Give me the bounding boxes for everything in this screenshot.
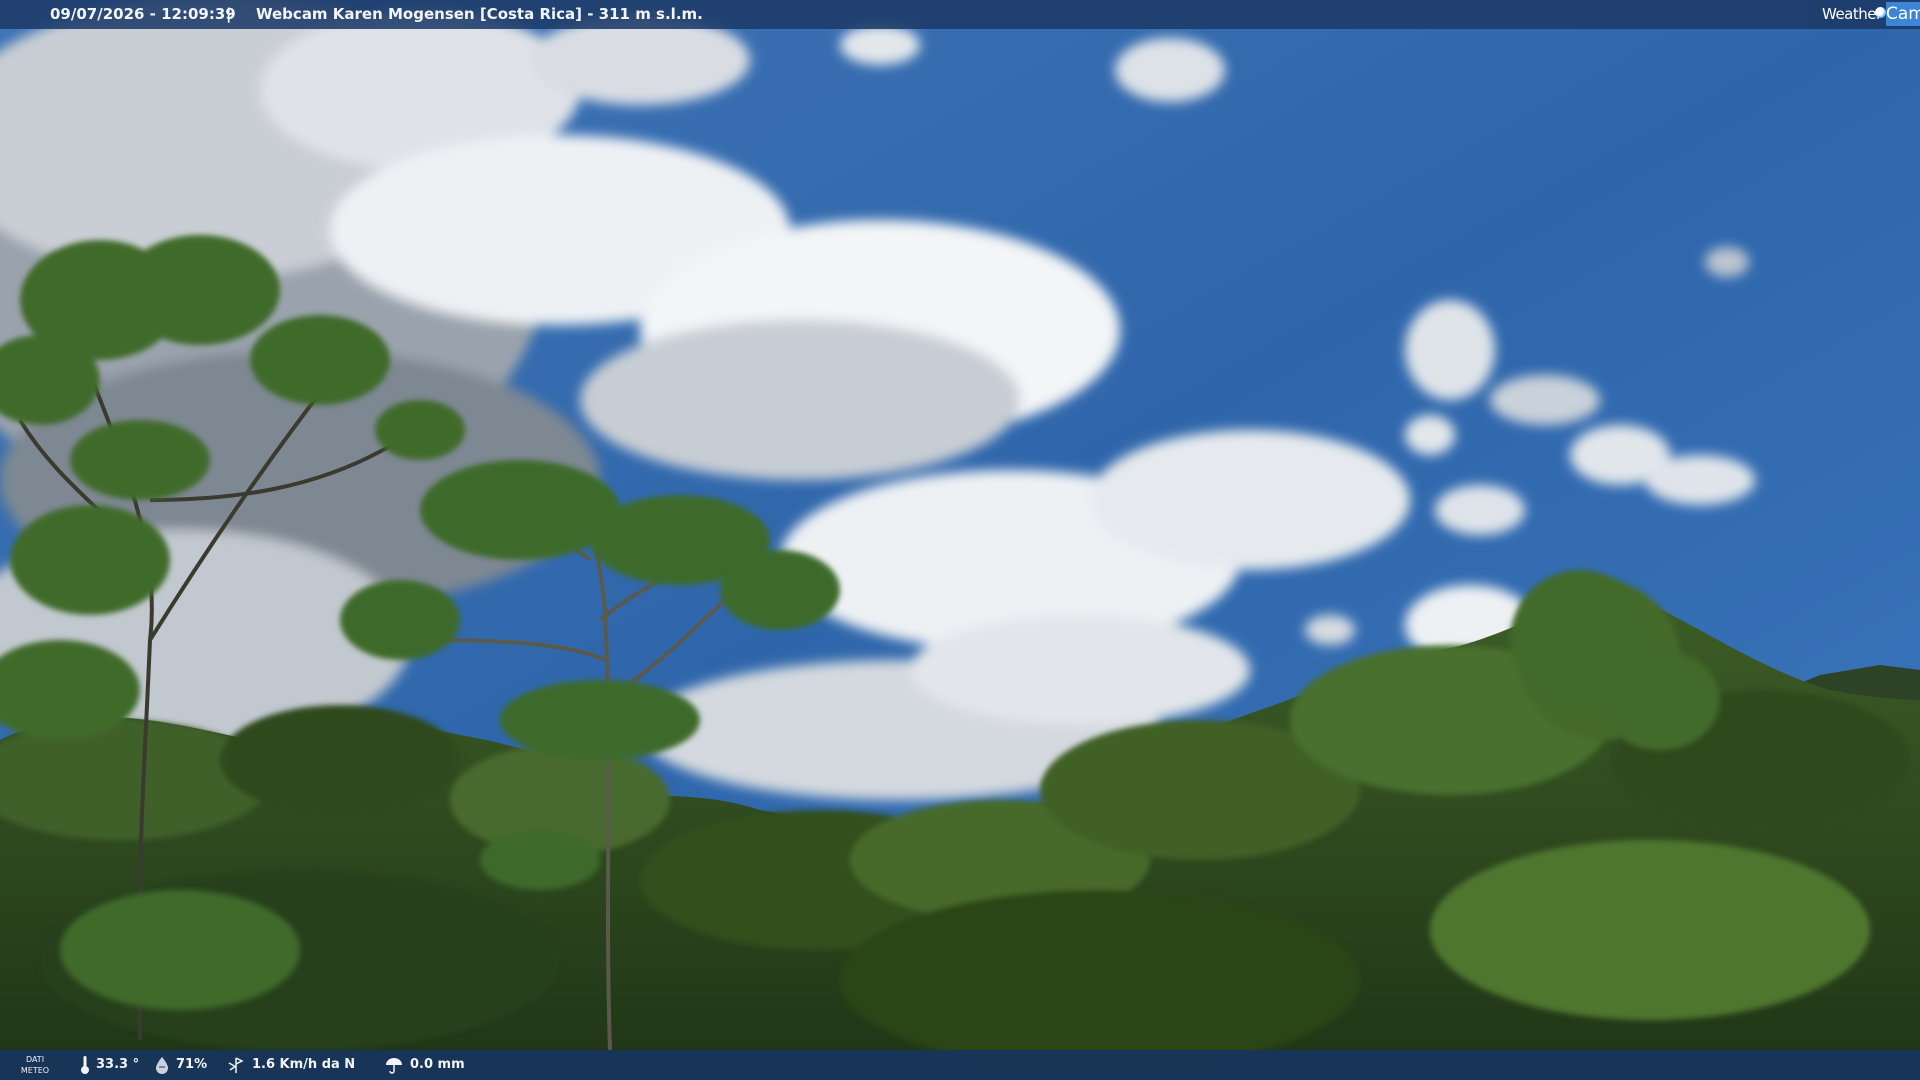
meteo-bottom-bar: DATI METEO 33.3 ° 71% 1.6 Km/h da N 0.0 … xyxy=(0,1050,1920,1080)
weather-logo-dot-icon xyxy=(1875,7,1886,18)
rain-value: 0.0 mm xyxy=(410,1057,465,1072)
wind-reading: 1.6 Km/h da N xyxy=(226,1050,355,1080)
temperature-reading: 33.3 ° xyxy=(80,1050,139,1080)
humidity-reading: 71% xyxy=(154,1050,207,1080)
meteo-label: METEO xyxy=(20,1066,50,1075)
humidity-value: 71% xyxy=(176,1057,208,1072)
webcam-title: Webcam Karen Mogensen [Costa Rica] - 311… xyxy=(256,5,703,23)
overlay-top-bar: 09/07/2026 - 12:09:39 | Webcam Karen Mog… xyxy=(0,0,1920,29)
logo-cam-text: Cam xyxy=(1886,2,1920,26)
temperature-value: 33.3 ° xyxy=(96,1057,140,1072)
separator: | xyxy=(226,5,232,23)
wind-value: 1.6 Km/h da N xyxy=(252,1057,356,1072)
rain-icon xyxy=(384,1056,404,1074)
thermometer-icon xyxy=(80,1055,90,1075)
dati-label: DATI xyxy=(25,1055,45,1064)
dati-meteo-label: DATI METEO xyxy=(20,1054,50,1076)
weathercam-logo: Weather Cam xyxy=(1812,0,1920,29)
webcam-scene xyxy=(0,0,1920,1080)
logo-weather-text: Weather xyxy=(1822,5,1882,23)
humidity-icon xyxy=(154,1056,170,1074)
timestamp: 09/07/2026 - 12:09:39 xyxy=(50,5,236,23)
wind-icon xyxy=(226,1056,246,1074)
rain-reading: 0.0 mm xyxy=(384,1050,465,1080)
